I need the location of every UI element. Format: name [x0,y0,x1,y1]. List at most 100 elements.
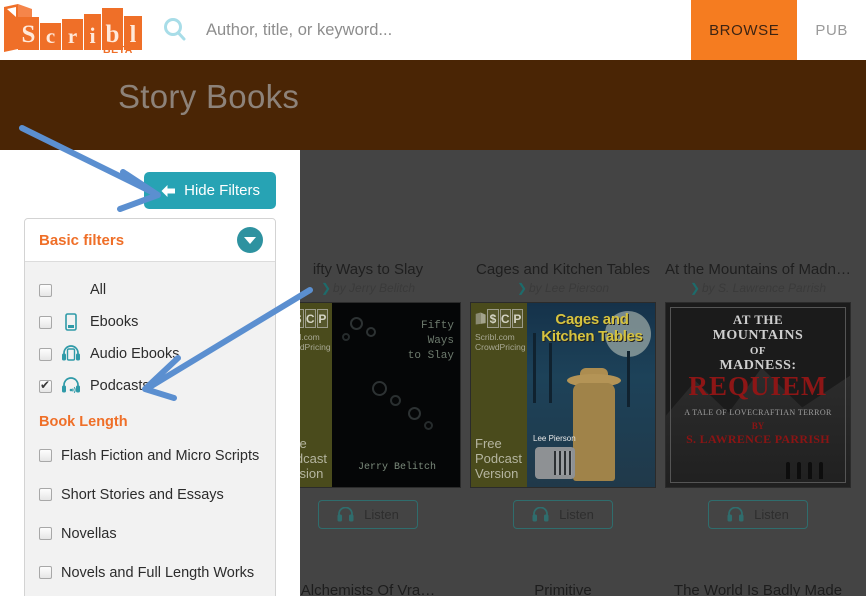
cover-title-line: OF [749,345,767,357]
search-icon[interactable] [160,15,190,45]
arrow-left-icon [161,184,176,197]
nav-item-browse[interactable]: BROWSE [691,0,798,60]
chevron-down-icon[interactable] [237,227,263,253]
cover-subtitle: REQUIEM [688,371,828,401]
cover-art: Fifty Ways to Slay Jerry Belitch [332,303,460,487]
crowdpricing-band: $ C P Scribl.com CrowdPricing Free Podca… [471,303,527,487]
listen-row: Listen [275,500,461,529]
hide-filters-label: Hide Filters [184,182,260,199]
logo-letter-1: c [40,23,61,50]
listen-button[interactable]: Listen [318,500,418,529]
filter-option-flash-fiction[interactable]: Flash Fiction and Micro Scripts [25,436,275,475]
book-length-title: Book Length [39,414,128,430]
listen-row: Listen [470,500,656,529]
filter-option-label: Ebooks [90,314,139,330]
checkbox[interactable] [39,566,52,579]
coat-figure [573,383,615,481]
checkbox[interactable] [39,283,52,297]
checkbox[interactable] [39,378,52,393]
cover-author-text: Jerry Belitch [357,462,436,473]
cp-logo: $ C P [475,309,523,328]
figure-silhouette [786,462,790,479]
listen-label: Listen [559,507,594,522]
filter-option-ebooks[interactable]: Ebooks [25,306,275,338]
filter-option-label: Audio Ebooks [90,346,180,362]
figure-silhouette [819,462,823,479]
filter-option-label: Podcasts [90,378,150,394]
book-author: ❯ by Jerry Belitch [320,281,416,295]
search-input[interactable] [206,20,686,40]
book-grid: ifty Ways to Slay ❯by Jerry Belitch $ C … [275,150,866,596]
page-title: Story Books [118,78,300,115]
book-title[interactable]: Alchemists Of Vra… [275,582,461,596]
book-card[interactable]: At the Mountains of Madn… ❯ by S. Lawrenc… [665,260,851,529]
page-root: S c r i b l BETA BROWSE PUB Story Books [0,0,866,596]
cover-author-text: S. LAWRENCE PARRISH [686,432,830,446]
podcast-icon [337,507,354,522]
basic-filters-header[interactable]: Basic filters [25,219,275,262]
listen-label: Listen [364,507,399,522]
cover-tagline: A TALE OF LOVECRAFTIAN TERROR [684,408,832,417]
cover-art: AT THE MOUNTAINS OF MADNESS: REQUIEM A T… [666,303,850,487]
basic-filters-box: Basic filters All Ebooks Audio Ebooks ✔ … [24,218,276,596]
filter-option-novellas[interactable]: Novellas [25,514,275,553]
scribl-logo[interactable]: S c r i b l BETA [0,0,150,60]
book-cover[interactable]: AT THE MOUNTAINS OF MADNESS: REQUIEM A T… [665,302,851,488]
chevron-right-icon: ❯ [320,281,332,295]
filter-option-all[interactable]: All [25,274,275,306]
beta-badge: BETA [103,44,133,56]
checkbox[interactable] [39,449,52,462]
cover-title-text: Cages and Kitchen Tables [541,311,643,345]
chevron-right-icon: ❯ [689,281,700,295]
cover-author-text: Lee Pierson [533,434,576,443]
checkbox[interactable] [39,347,52,361]
book-card[interactable]: ifty Ways to Slay ❯by Jerry Belitch $ C … [275,260,461,529]
filter-panel: Hide Filters Basic filters All Ebooks Au… [0,150,300,596]
checkbox[interactable] [39,488,52,501]
cp-subtitle: Scribl.com CrowdPricing [475,332,526,352]
hide-filters-button[interactable]: Hide Filters [144,172,276,209]
logo-letter-2: r [62,19,83,50]
listen-label: Listen [754,507,789,522]
cp-c: C [499,309,511,328]
podcast-icon [727,507,744,522]
book-title: ifty Ways to Slay [312,261,424,278]
main-nav: BROWSE PUB [691,0,866,60]
search-area [150,0,691,60]
podcast-icon [62,377,80,394]
book-author: ❯ by S. Lawrence Parrish [689,281,827,295]
nav-item-publish[interactable]: PUB [797,0,866,60]
book-cover[interactable]: $ C P Scribl.com CrowdPricing Free Podca… [275,302,461,488]
filter-option-label: Novels and Full Length Works [61,564,255,581]
cover-art: Cages and Kitchen Tables Lee Pierson [527,303,655,487]
filter-option-podcasts[interactable]: Podcasts [25,370,275,402]
cover-title-text: Fifty Ways to Slay [407,320,454,362]
book-title[interactable]: Primitive [470,582,656,596]
book-author: ❯ by Lee Pierson [516,281,610,295]
pet-carrier [535,447,575,479]
cp-p: P [511,309,523,328]
cp-free-label: Free Podcast Version [475,436,522,481]
cp-p: P [316,309,328,328]
ebook-icon [65,313,77,331]
book-card[interactable]: Cages and Kitchen Tables ❯ by Lee Pierson… [470,260,656,529]
site-header: S c r i b l BETA BROWSE PUB [0,0,866,60]
checkbox[interactable] [39,315,52,329]
page-banner: Story Books [0,60,866,150]
book-title[interactable]: The World Is Badly Made [665,582,851,596]
filter-option-audio-ebooks[interactable]: Audio Ebooks [25,338,275,370]
listen-button[interactable]: Listen [708,500,808,529]
book-cover[interactable]: $ C P Scribl.com CrowdPricing Free Podca… [470,302,656,488]
book-title: Cages and Kitchen Tables [475,261,650,278]
filter-option-short-stories[interactable]: Short Stories and Essays [25,475,275,514]
checkbox[interactable] [39,527,52,540]
filter-option-label: Novellas [61,525,117,542]
book-title: At the Mountains of Madn… [665,261,851,278]
listen-button[interactable]: Listen [513,500,613,529]
cover-title-line: AT THE [732,312,784,327]
filter-option-novels[interactable]: Novels and Full Length Works [25,553,275,592]
audio-ebook-icon [62,345,80,361]
basic-filters-title: Basic filters [39,231,125,249]
filter-option-label: All [90,282,107,298]
filter-option-label: Short Stories and Essays [61,486,224,503]
